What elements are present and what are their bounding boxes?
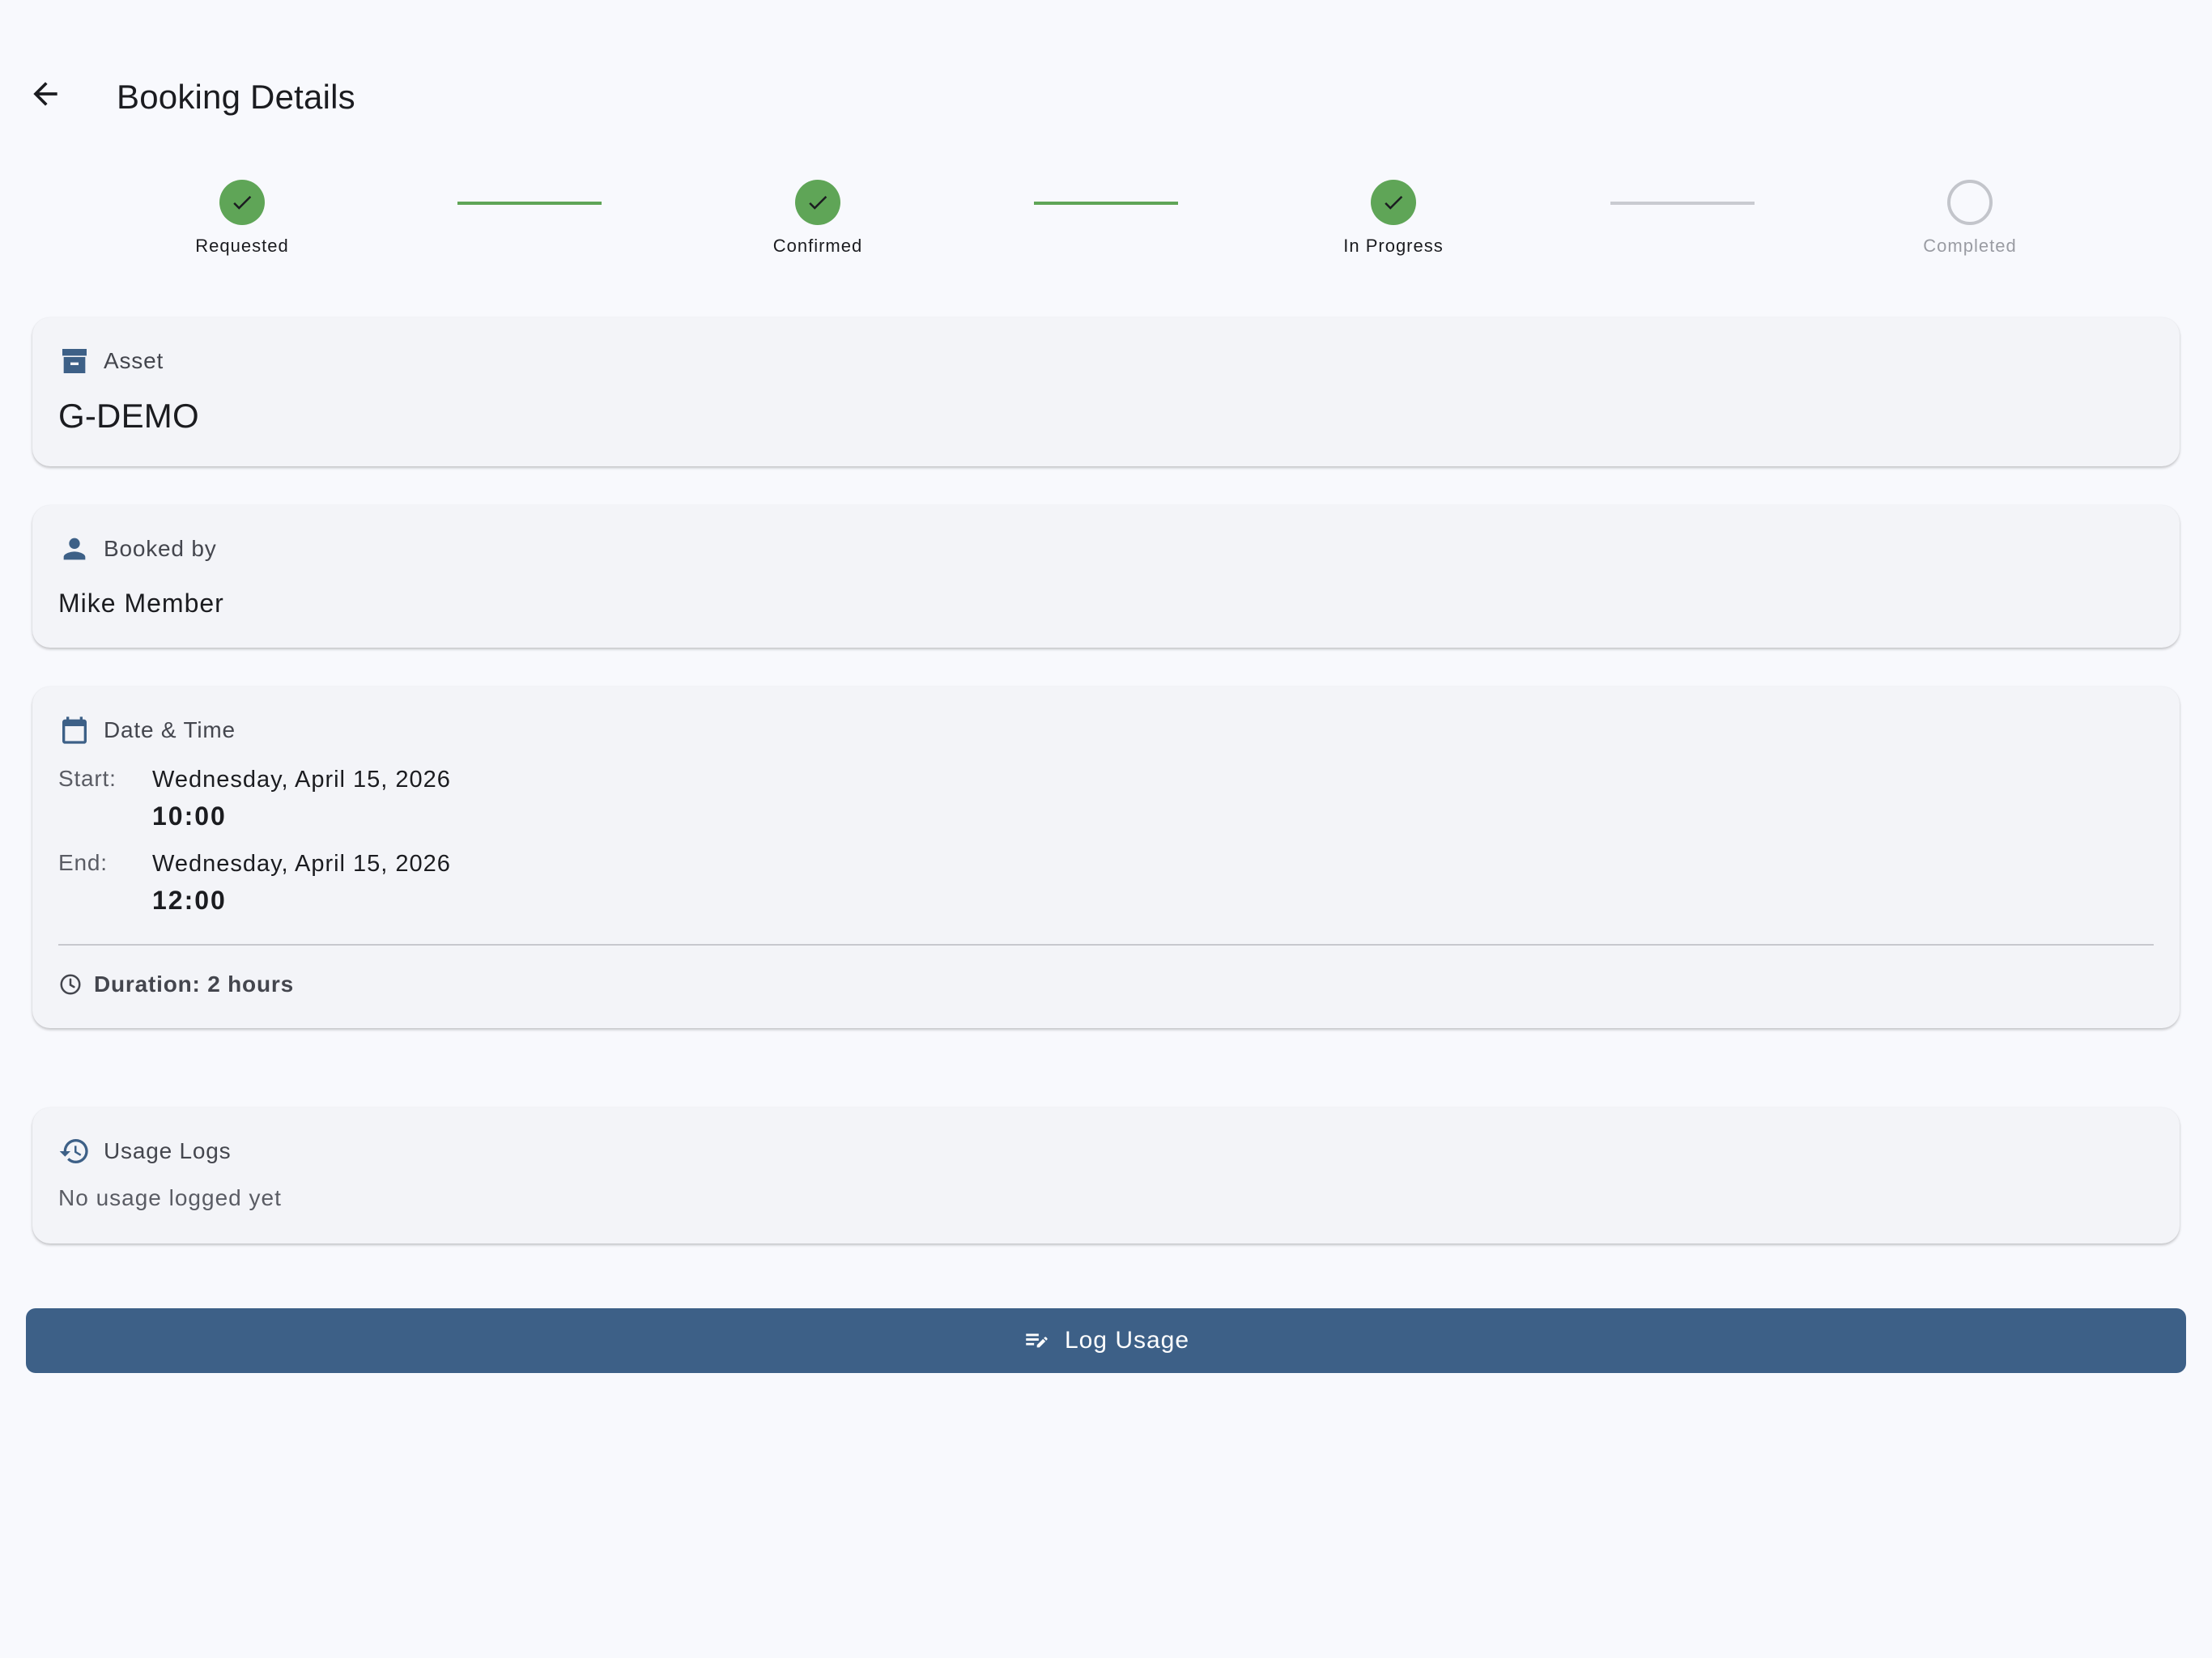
page-title: Booking Details (117, 78, 355, 116)
arrow-back-icon (33, 82, 57, 106)
date-time-header: Date & Time (58, 714, 236, 746)
edit-note-icon (1026, 1333, 1048, 1348)
step-label: Confirmed (772, 236, 863, 256)
calendar-icon (58, 714, 91, 746)
log-usage-button[interactable]: Log Usage (26, 1308, 2186, 1373)
step-circle (1947, 180, 1993, 225)
step-connector-3 (1610, 202, 1755, 205)
booked-by-label: Booked by (104, 536, 217, 561)
end-date: Wednesday, April 15, 2026 (152, 851, 451, 877)
end-time: 12:00 (152, 886, 227, 915)
history-icon (58, 1135, 91, 1167)
booked-by-header: Booked by (58, 533, 217, 565)
start-label: Start: (58, 766, 117, 791)
asset-card-header: Asset (58, 345, 164, 377)
step-circle (1371, 180, 1416, 225)
start-date: Wednesday, April 15, 2026 (152, 767, 451, 793)
app-bar: Booking Details (0, 49, 2212, 146)
booking-status-stepper: Requested Confirmed In Progress Complete… (0, 180, 2212, 269)
booked-by-value: Mike Member (58, 589, 224, 618)
log-usage-label: Log Usage (1064, 1327, 1190, 1354)
usage-logs-card: Usage Logs No usage logged yet (32, 1107, 2180, 1244)
step-connector-1 (457, 202, 602, 205)
step-circle (219, 180, 265, 225)
duration-row: Duration: 2 hours (58, 970, 294, 999)
date-time-label: Date & Time (104, 717, 236, 742)
asset-value: G-DEMO (58, 397, 199, 435)
asset-label: Asset (104, 348, 164, 373)
back-button[interactable] (16, 65, 74, 123)
booked-by-card: Booked by Mike Member (32, 505, 2180, 648)
archive-box-icon (58, 345, 91, 377)
person-icon (58, 533, 91, 565)
step-connector-2 (1034, 202, 1178, 205)
check-icon (233, 195, 252, 210)
usage-logs-label: Usage Logs (104, 1138, 232, 1163)
date-time-card: Date & Time Start: Wednesday, April 15, … (32, 687, 2180, 1028)
clock-icon (60, 974, 81, 995)
usage-logs-empty: No usage logged yet (58, 1185, 282, 1210)
date-time-divider (58, 944, 2154, 946)
step-label: Completed (1923, 236, 2017, 256)
end-label: End: (58, 850, 108, 875)
step-confirmed: Confirmed (696, 180, 939, 257)
step-in-progress: In Progress (1272, 180, 1515, 257)
asset-card: Asset G-DEMO (32, 317, 2180, 466)
check-icon (809, 195, 827, 210)
check-icon (1385, 195, 1403, 210)
step-label: Requested (195, 236, 289, 256)
step-requested: Requested (121, 180, 364, 257)
duration-text: Duration: 2 hours (94, 971, 294, 997)
step-completed: Completed (1848, 180, 2091, 257)
start-time: 10:00 (152, 801, 227, 831)
usage-logs-header: Usage Logs (58, 1135, 231, 1167)
step-circle (795, 180, 840, 225)
step-label: In Progress (1343, 236, 1444, 256)
